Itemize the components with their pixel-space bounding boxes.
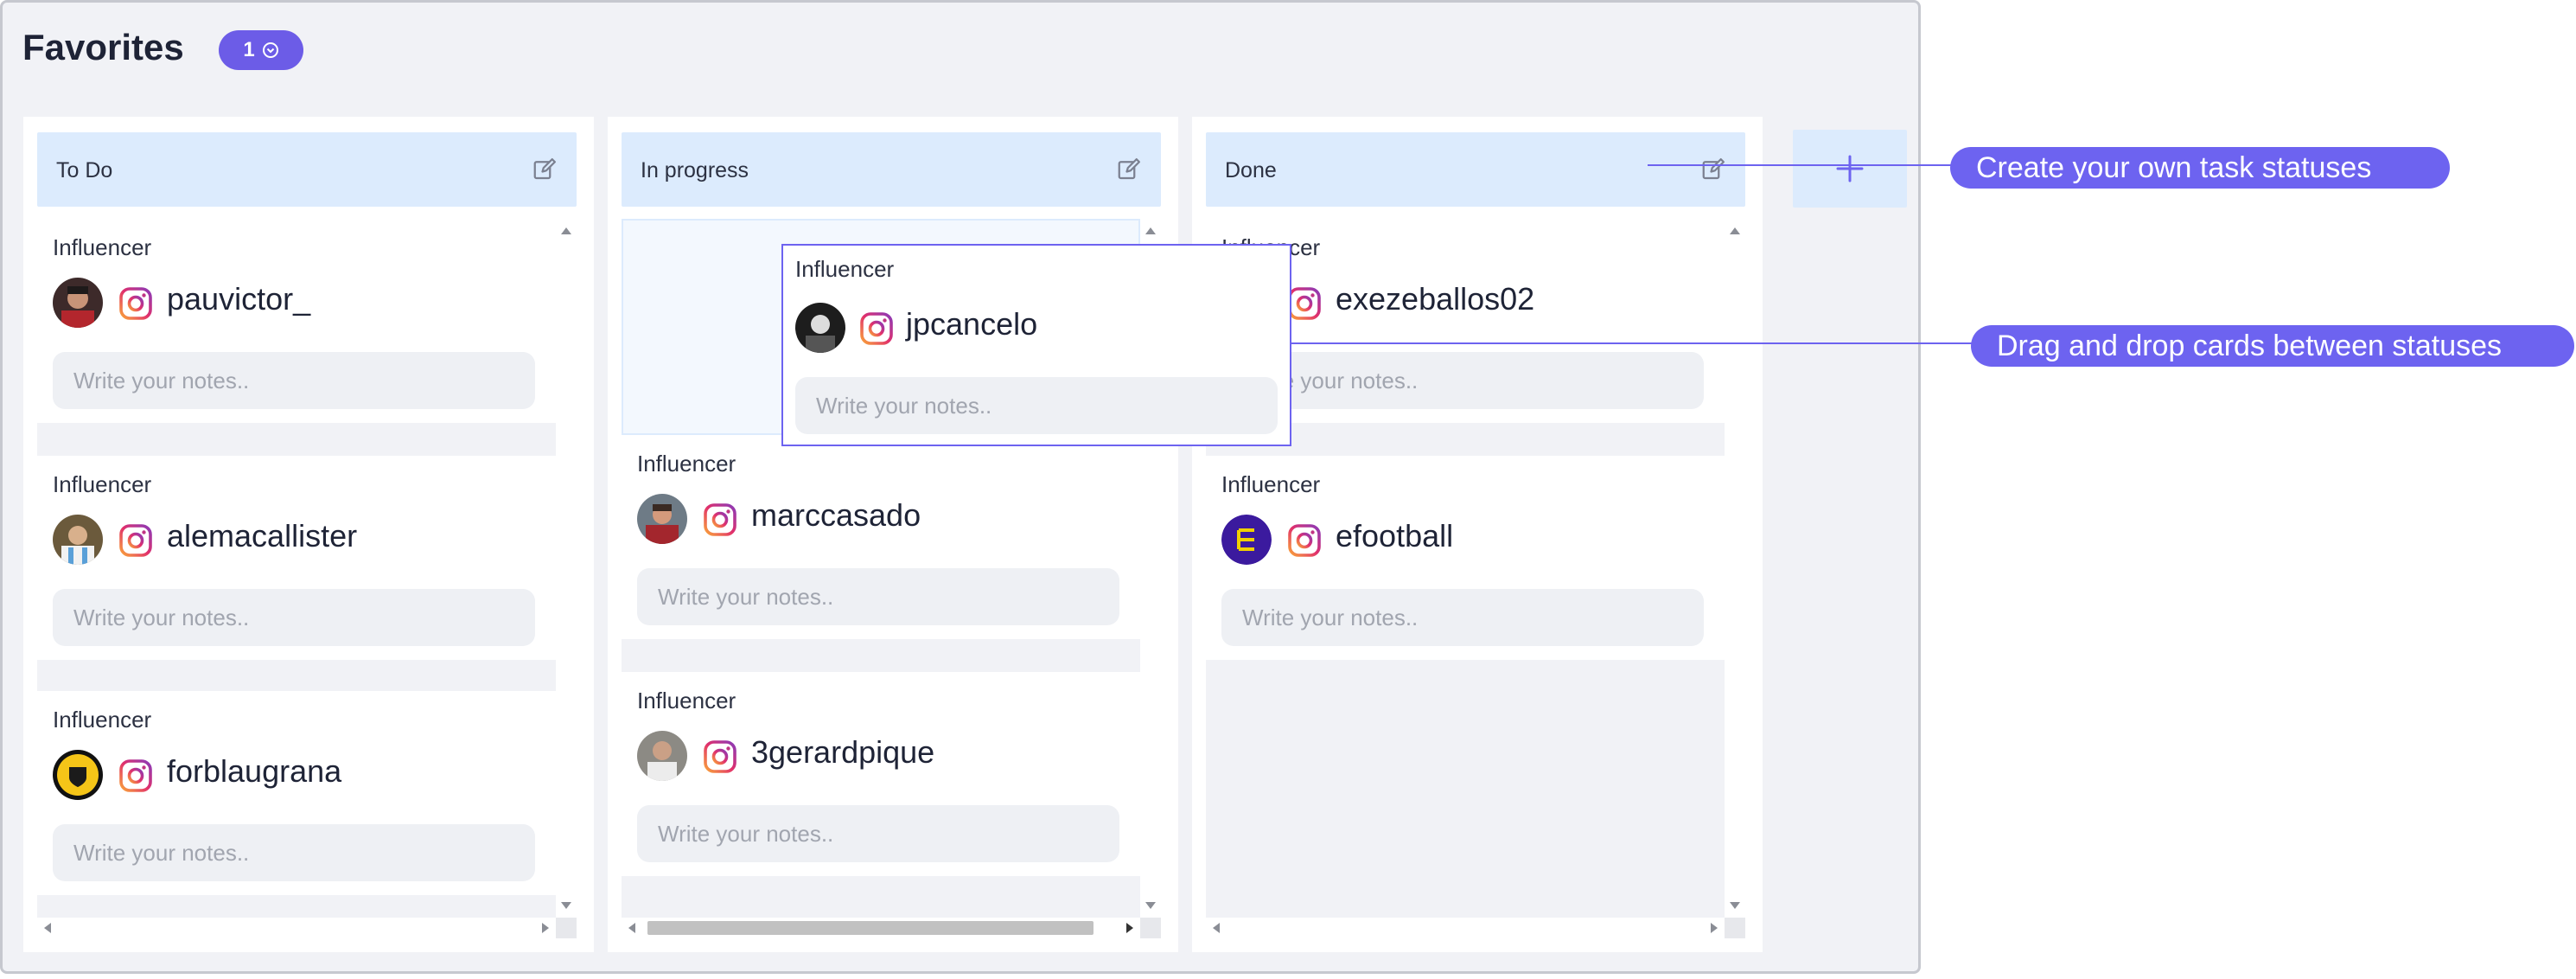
card-type-label: Influencer xyxy=(53,234,152,260)
column-to-do: To Do Influencer pauvictor_ Write your n… xyxy=(23,117,594,952)
card-type-label: Influencer xyxy=(53,707,152,733)
influencer-handle[interactable]: 3gerardpique xyxy=(751,734,934,771)
horizontal-scrollbar[interactable] xyxy=(37,918,556,938)
scrollbar-thumb[interactable] xyxy=(647,921,1094,935)
scroll-down-arrow-icon[interactable] xyxy=(1145,902,1156,909)
influencer-card[interactable]: Influencer alemacallister Write your not… xyxy=(37,456,556,660)
favorites-board: Favorites 1 To Do Influencer pauvictor_ … xyxy=(0,0,1921,974)
scroll-down-arrow-icon[interactable] xyxy=(1730,902,1740,909)
edit-icon[interactable] xyxy=(532,157,558,182)
avatar xyxy=(53,278,103,328)
instagram-icon xyxy=(704,740,736,773)
notes-input[interactable]: Write your notes.. xyxy=(1221,352,1704,409)
influencer-card[interactable]: Influencer efootball Write your notes.. xyxy=(1206,456,1725,660)
scroll-left-arrow-icon[interactable] xyxy=(628,923,635,933)
add-status-button[interactable] xyxy=(1793,130,1907,208)
instagram-icon xyxy=(1288,287,1321,320)
avatar xyxy=(637,494,687,544)
instagram-icon xyxy=(119,524,152,557)
notes-input[interactable]: Write your notes.. xyxy=(53,824,535,881)
edit-icon[interactable] xyxy=(1700,157,1726,182)
column-header: In progress xyxy=(622,132,1161,207)
edit-icon[interactable] xyxy=(1116,157,1142,182)
scroll-up-arrow-icon[interactable] xyxy=(1730,227,1740,234)
scroll-up-arrow-icon[interactable] xyxy=(1145,227,1156,234)
scroll-right-arrow-icon[interactable] xyxy=(542,923,549,933)
scrollbar-corner xyxy=(1725,918,1745,938)
callout-drag-drop: Drag and drop cards between statuses xyxy=(1971,325,2574,367)
column-header: Done xyxy=(1206,132,1745,207)
column-done: Done Influencer exezeballos02 Write your… xyxy=(1192,117,1763,952)
favorites-count-badge[interactable]: 1 xyxy=(219,30,303,70)
notes-input[interactable]: Write your notes.. xyxy=(53,352,535,409)
influencer-handle[interactable]: forblaugrana xyxy=(167,753,341,790)
influencer-handle[interactable]: exezeballos02 xyxy=(1336,281,1534,317)
scrollbar-corner xyxy=(1140,918,1161,938)
callout-connector xyxy=(1648,164,1952,166)
scroll-right-arrow-icon[interactable] xyxy=(1711,923,1718,933)
avatar xyxy=(53,750,103,800)
influencer-card[interactable]: Influencer pauvictor_ Write your notes.. xyxy=(37,219,556,423)
column-title: Done xyxy=(1225,158,1277,182)
scroll-right-arrow-icon[interactable] xyxy=(1126,923,1133,933)
scrollbar-corner xyxy=(556,918,577,938)
instagram-icon xyxy=(704,503,736,536)
column-title: In progress xyxy=(641,158,749,182)
influencer-card[interactable]: Influencer 3gerardpique Write your notes… xyxy=(622,672,1140,876)
chevron-down-circle-icon xyxy=(262,42,278,58)
card-type-label: Influencer xyxy=(637,688,736,713)
column-header: To Do xyxy=(37,132,577,207)
callout-create-statuses: Create your own task statuses xyxy=(1950,147,2450,189)
avatar xyxy=(1221,515,1272,565)
horizontal-scrollbar[interactable] xyxy=(622,918,1140,938)
avatar xyxy=(637,731,687,781)
scroll-left-arrow-icon[interactable] xyxy=(44,923,51,933)
influencer-handle[interactable]: marccasado xyxy=(751,497,921,534)
influencer-card[interactable]: Influencer forblaugrana Write your notes… xyxy=(37,691,556,895)
notes-input[interactable]: Write your notes.. xyxy=(637,805,1119,862)
notes-input[interactable]: Write your notes.. xyxy=(795,377,1278,434)
instagram-icon xyxy=(860,312,893,345)
avatar xyxy=(795,303,845,353)
column-title: To Do xyxy=(56,158,113,182)
instagram-icon xyxy=(119,287,152,320)
avatar xyxy=(53,515,103,565)
notes-input[interactable]: Write your notes.. xyxy=(53,589,535,646)
instagram-icon xyxy=(1288,524,1321,557)
notes-input[interactable]: Write your notes.. xyxy=(1221,589,1704,646)
card-type-label: Influencer xyxy=(53,471,152,497)
scroll-up-arrow-icon[interactable] xyxy=(561,227,571,234)
vertical-scrollbar[interactable] xyxy=(1725,219,1745,918)
influencer-handle[interactable]: pauvictor_ xyxy=(167,281,310,317)
notes-input[interactable]: Write your notes.. xyxy=(637,568,1119,625)
instagram-icon xyxy=(119,759,152,792)
callout-connector xyxy=(1291,342,1974,344)
card-type-label: Influencer xyxy=(1221,471,1321,497)
influencer-handle[interactable]: jpcancelo xyxy=(906,306,1037,342)
page-title: Favorites xyxy=(22,27,184,67)
dragging-card[interactable]: Influencer jpcancelo Write your notes.. xyxy=(781,244,1291,446)
card-type-label: Influencer xyxy=(637,451,736,477)
influencer-handle[interactable]: alemacallister xyxy=(167,518,357,554)
card-type-label: Influencer xyxy=(795,256,895,282)
column-body: Influencer pauvictor_ Write your notes..… xyxy=(37,219,556,935)
plus-icon xyxy=(1836,155,1864,182)
column-in-progress: In progress Influencer marccasado Write xyxy=(608,117,1178,952)
scroll-down-arrow-icon[interactable] xyxy=(561,902,571,909)
influencer-card[interactable]: Influencer marccasado Write your notes.. xyxy=(622,435,1140,639)
vertical-scrollbar[interactable] xyxy=(556,219,577,918)
influencer-handle[interactable]: efootball xyxy=(1336,518,1453,554)
count-value: 1 xyxy=(243,38,255,61)
horizontal-scrollbar[interactable] xyxy=(1206,918,1725,938)
scroll-left-arrow-icon[interactable] xyxy=(1213,923,1220,933)
